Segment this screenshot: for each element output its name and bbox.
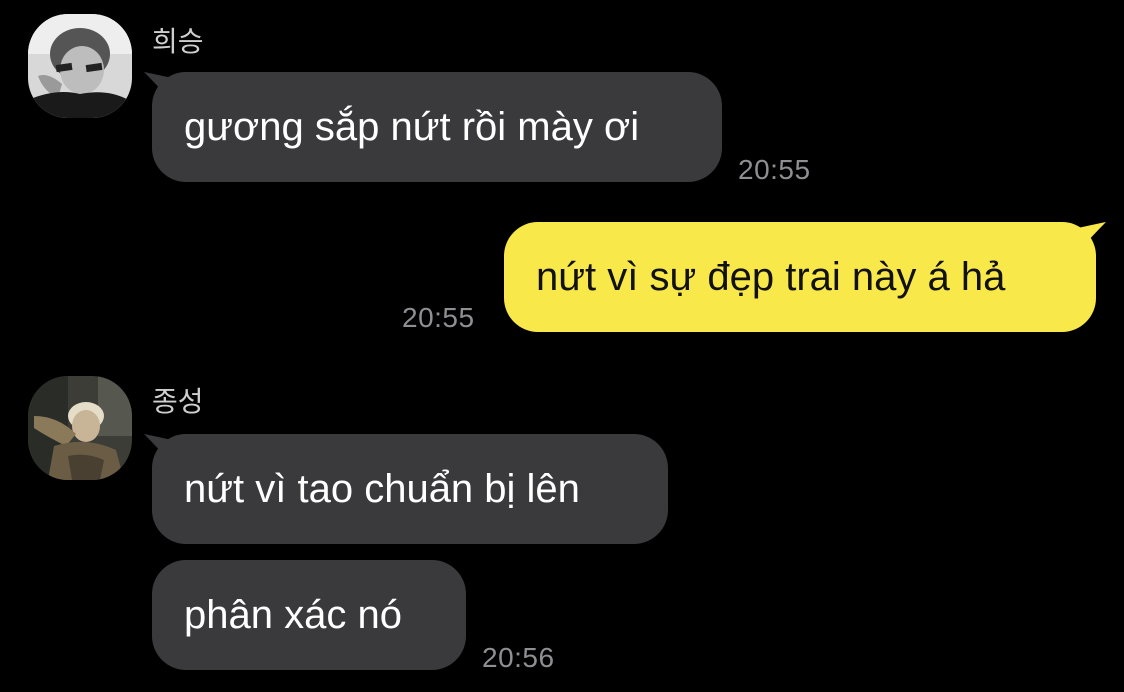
profile-photo-icon	[28, 376, 132, 480]
bubble-tail	[1076, 222, 1106, 252]
message-timestamp: 20:55	[738, 154, 811, 185]
message-bubble[interactable]: phân xác nó	[152, 560, 466, 670]
sender-name: 종성	[152, 385, 204, 418]
message-timestamp: 20:56	[482, 642, 555, 673]
message-timestamp: 20:55	[402, 302, 475, 333]
message-bubble[interactable]: nứt vì tao chuẩn bị lên	[152, 434, 668, 544]
message-bubble[interactable]: gương sắp nứt rồi mày ơi	[152, 72, 722, 182]
sender-name: 희승	[152, 25, 204, 58]
avatar-heeseung[interactable]	[28, 14, 132, 118]
message-bubble-outgoing[interactable]: nứt vì sự đẹp trai này á hả	[504, 222, 1096, 332]
profile-photo-icon	[28, 14, 132, 118]
avatar-jongseong[interactable]	[28, 376, 132, 480]
